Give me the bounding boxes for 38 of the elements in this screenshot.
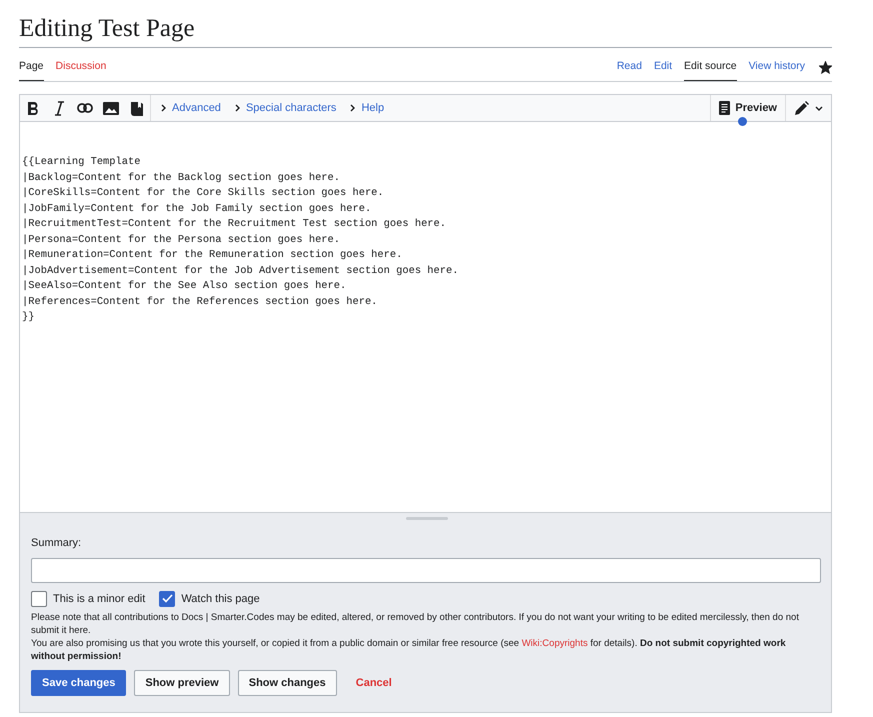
checkbox[interactable]	[159, 590, 176, 607]
menu-link[interactable]: Help	[342, 95, 390, 121]
save-button[interactable]: Save changes	[31, 670, 126, 696]
caret-icon	[815, 106, 823, 110]
star-icon[interactable]	[819, 61, 832, 74]
resize-handle[interactable]	[406, 517, 448, 520]
page-tab[interactable]: Discussion	[56, 59, 106, 81]
chevron-icon	[159, 104, 167, 112]
page-tab[interactable]: Page	[19, 59, 44, 81]
italic-icon[interactable]	[54, 100, 64, 116]
pencil-icon	[794, 100, 809, 116]
view-tab[interactable]: Edit source	[684, 59, 737, 81]
checkmark-icon	[162, 594, 173, 604]
view-tab[interactable]: Edit	[654, 59, 672, 81]
checkbox-label: This is a minor edit	[53, 592, 146, 606]
view-tab[interactable]: Read	[616, 59, 642, 81]
summary-label: Summary:	[31, 536, 82, 551]
cancel-button[interactable]: Cancel	[344, 670, 403, 696]
copyrights-link[interactable]: Wiki:Copyrights	[522, 638, 588, 649]
bold-icon[interactable]	[26, 100, 40, 116]
summary-field[interactable]	[31, 558, 821, 582]
menu-link[interactable]: Special characters	[226, 95, 342, 121]
view-tab[interactable]: View history	[748, 59, 805, 81]
source-editor[interactable]: {{Learning Template |Backlog=Content for the Backlog section goes here. |CoreSkills=Content for the Core Skills section goes here. |JobFamily=Content for the Job Family section goes here. |RecruitmentTest=Content for the Recruitment Test section goes here. |Persona=Content for the Persona section goes here. |Remuneration=Content for the Remuneration section goes here. |JobAdvertisement=Content for the Job Advertisement section goes here. |SeeAlso=Content for the See Also section goes here. |References=Content for the References section goes here. }}	[19, 122, 832, 513]
checkbox-label: Watch this page	[181, 592, 260, 606]
notice-text: Please note that all contributions to Docs | Smarter.Codes may be edited, altered, or removed by other contributors. If you do not want your writing to be edited mercilessly, then do not submit it here.	[31, 611, 800, 637]
copyright-notice: You are also promising us that you wrote this yourself, or copied it from a public domain or similar free resource (see Wiki:Copyrights for details). Do not submit copyrighted work without permission!	[31, 637, 787, 663]
action-button[interactable]: Show preview	[134, 670, 230, 696]
book-icon[interactable]	[131, 100, 143, 116]
chevron-icon	[232, 104, 241, 112]
document-icon	[719, 101, 730, 115]
chevron-icon	[348, 104, 356, 112]
page-title: Editing Test Page	[19, 14, 832, 48]
image-icon[interactable]	[103, 102, 119, 114]
link-icon[interactable]	[77, 103, 93, 113]
menu-link[interactable]: Advanced	[153, 95, 227, 121]
action-button[interactable]: Show changes	[238, 670, 337, 696]
checkbox[interactable]	[31, 590, 47, 607]
